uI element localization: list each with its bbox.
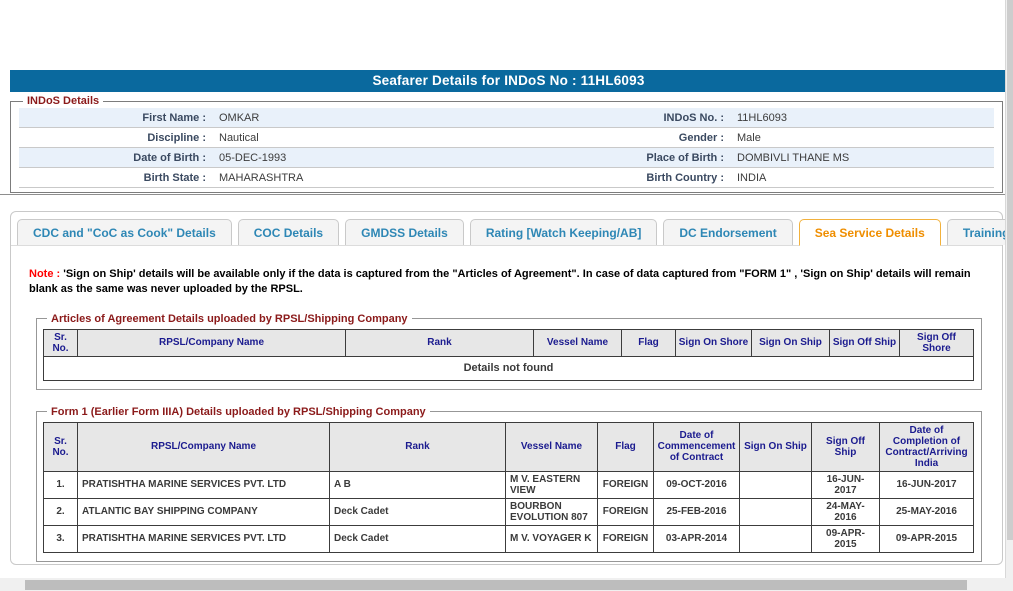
cell-vessel: M V. VOYAGER K — [506, 525, 598, 552]
col-header-sign-off-ship: Sign Off Ship — [812, 422, 880, 471]
cell-sign-on-ship — [740, 471, 812, 498]
articles-of-agreement-table: Sr. No. RPSL/Company Name Rank Vessel Na… — [43, 329, 974, 381]
form1-table: Sr. No. RPSL/Company Name Rank Vessel Na… — [43, 422, 974, 553]
seafarer-tabs-panel: CDC and "CoC as Cook" Details COC Detail… — [10, 211, 1003, 565]
sign-on-ship-note: Note : 'Sign on Ship' details will be av… — [29, 267, 986, 297]
info-row-birth: Date of Birth : 05-DEC-1993 Place of Bir… — [19, 148, 994, 168]
cell-sign-on-ship — [740, 525, 812, 552]
tab-training-details[interactable]: Training Details — [947, 219, 1013, 245]
page-content: Seafarer Details for INDoS No : 11HL6093… — [0, 0, 1005, 565]
tab-gmdss-details[interactable]: GMDSS Details — [345, 219, 464, 245]
cell-sign-off-ship: 24-MAY-2016 — [812, 498, 880, 525]
vertical-scrollbar[interactable] — [1005, 0, 1013, 578]
birth-country-label: Birth Country : — [527, 172, 729, 184]
col-header-sign-off-ship: Sign Off Ship — [830, 329, 900, 356]
cell-sr-no: 3. — [44, 525, 78, 552]
col-header-commencement-date: Date of Commencement of Contract — [654, 422, 740, 471]
cell-company: PRATISHTHA MARINE SERVICES PVT. LTD — [78, 471, 330, 498]
cell-company: PRATISHTHA MARINE SERVICES PVT. LTD — [78, 525, 330, 552]
cell-rank: Deck Cadet — [330, 498, 506, 525]
first-name-label: First Name : — [19, 112, 211, 124]
cell-rank: A B — [330, 471, 506, 498]
page-title: Seafarer Details for INDoS No : 11HL6093 — [10, 70, 1007, 92]
cell-commencement-date: 03-APR-2014 — [654, 525, 740, 552]
tab-cdc-coc-as-cook[interactable]: CDC and "CoC as Cook" Details — [17, 219, 232, 245]
articles-of-agreement-legend: Articles of Agreement Details uploaded b… — [47, 313, 412, 325]
cell-vessel: BOURBON EVOLUTION 807 — [506, 498, 598, 525]
form1-section: Form 1 (Earlier Form IIIA) Details uploa… — [36, 406, 982, 562]
indos-details-legend: INDoS Details — [23, 95, 103, 107]
tab-sea-service-details[interactable]: Sea Service Details — [799, 219, 941, 246]
cell-company: ATLANTIC BAY SHIPPING COMPANY — [78, 498, 330, 525]
first-name-value: OMKAR — [211, 112, 527, 124]
birth-country-value: INDIA — [729, 172, 994, 184]
tab-dc-endorsement[interactable]: DC Endorsement — [663, 219, 792, 245]
col-header-company: RPSL/Company Name — [78, 329, 346, 356]
indos-no-value: 11HL6093 — [729, 112, 994, 124]
col-header-sign-on-shore: Sign On Shore — [676, 329, 752, 356]
cell-sr-no: 1. — [44, 471, 78, 498]
birth-state-label: Birth State : — [19, 172, 211, 184]
col-header-completion-date: Date of Completion of Contract/Arriving … — [880, 422, 974, 471]
cell-completion-date: 16-JUN-2017 — [880, 471, 974, 498]
col-header-sign-on-ship: Sign On Ship — [740, 422, 812, 471]
info-row-discipline-gender: Discipline : Nautical Gender : Male — [19, 128, 994, 148]
date-of-birth-label: Date of Birth : — [19, 152, 211, 164]
cell-commencement-date: 25-FEB-2016 — [654, 498, 740, 525]
col-header-vessel: Vessel Name — [534, 329, 622, 356]
table-empty-row: Details not found — [44, 356, 974, 380]
col-header-sign-on-ship: Sign On Ship — [752, 329, 830, 356]
section-divider — [0, 194, 1006, 195]
birth-state-value: MAHARASHTRA — [211, 172, 527, 184]
discipline-label: Discipline : — [19, 132, 211, 144]
gender-label: Gender : — [527, 132, 729, 144]
cell-rank: Deck Cadet — [330, 525, 506, 552]
cell-sr-no: 2. — [44, 498, 78, 525]
col-header-rank: Rank — [330, 422, 506, 471]
cell-commencement-date: 09-OCT-2016 — [654, 471, 740, 498]
col-header-flag: Flag — [598, 422, 654, 471]
cell-completion-date: 09-APR-2015 — [880, 525, 974, 552]
cell-flag: FOREIGN — [598, 471, 654, 498]
table-header-row: Sr. No. RPSL/Company Name Rank Vessel Na… — [44, 329, 974, 356]
cell-completion-date: 25-MAY-2016 — [880, 498, 974, 525]
info-row-name-indos: First Name : OMKAR INDoS No. : 11HL6093 — [19, 108, 994, 128]
vertical-scrollbar-thumb[interactable] — [1007, 0, 1013, 540]
cell-flag: FOREIGN — [598, 525, 654, 552]
cell-sign-on-ship — [740, 498, 812, 525]
place-of-birth-label: Place of Birth : — [527, 152, 729, 164]
tab-coc-details[interactable]: COC Details — [238, 219, 339, 245]
col-header-vessel: Vessel Name — [506, 422, 598, 471]
horizontal-scrollbar-thumb[interactable] — [25, 580, 967, 590]
gender-value: Male — [729, 132, 994, 144]
col-header-sign-off-shore: Sign Off Shore — [900, 329, 974, 356]
note-label: Note : — [29, 268, 60, 280]
discipline-value: Nautical — [211, 132, 527, 144]
tab-bar: CDC and "CoC as Cook" Details COC Detail… — [11, 212, 1002, 246]
details-not-found-message: Details not found — [44, 356, 974, 380]
articles-of-agreement-section: Articles of Agreement Details uploaded b… — [36, 313, 982, 390]
form1-legend: Form 1 (Earlier Form IIIA) Details uploa… — [47, 406, 430, 418]
col-header-rank: Rank — [346, 329, 534, 356]
col-header-company: RPSL/Company Name — [78, 422, 330, 471]
note-text: 'Sign on Ship' details will be available… — [29, 268, 971, 295]
indos-details-section: INDoS Details First Name : OMKAR INDoS N… — [10, 95, 1003, 193]
cell-sign-off-ship: 16-JUN-2017 — [812, 471, 880, 498]
place-of-birth-value: DOMBIVLI THANE MS — [729, 152, 994, 164]
col-header-sr-no: Sr. No. — [44, 329, 78, 356]
table-row: 3. PRATISHTHA MARINE SERVICES PVT. LTD D… — [44, 525, 974, 552]
cell-vessel: M V. EASTERN VIEW — [506, 471, 598, 498]
cell-sign-off-ship: 09-APR-2015 — [812, 525, 880, 552]
horizontal-scrollbar[interactable] — [0, 578, 1013, 591]
tab-rating-watch-keeping[interactable]: Rating [Watch Keeping/AB] — [470, 219, 658, 245]
table-row: 2. ATLANTIC BAY SHIPPING COMPANY Deck Ca… — [44, 498, 974, 525]
info-row-birth-state-country: Birth State : MAHARASHTRA Birth Country … — [19, 168, 994, 188]
table-row: 1. PRATISHTHA MARINE SERVICES PVT. LTD A… — [44, 471, 974, 498]
cell-flag: FOREIGN — [598, 498, 654, 525]
col-header-sr-no: Sr. No. — [44, 422, 78, 471]
table-header-row: Sr. No. RPSL/Company Name Rank Vessel Na… — [44, 422, 974, 471]
indos-no-label: INDoS No. : — [527, 112, 729, 124]
date-of-birth-value: 05-DEC-1993 — [211, 152, 527, 164]
col-header-flag: Flag — [622, 329, 676, 356]
